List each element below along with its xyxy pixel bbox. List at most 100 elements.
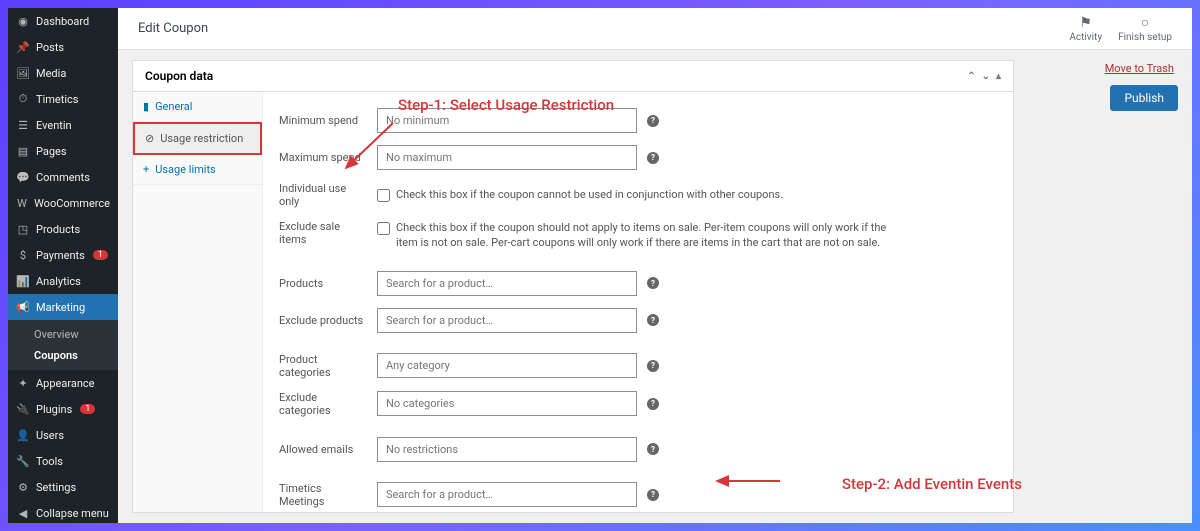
ban-icon: ⊘ (145, 132, 154, 145)
help-icon[interactable]: ? (647, 443, 659, 455)
help-icon[interactable]: ? (647, 277, 659, 289)
finish-setup-button[interactable]: ○Finish setup (1118, 14, 1172, 43)
help-icon[interactable]: ? (647, 152, 659, 164)
products-input[interactable] (377, 271, 637, 296)
publish-button[interactable]: Publish (1110, 85, 1178, 111)
list-icon: ☰ (16, 118, 30, 132)
exclude-sale-label: Exclude sale items (279, 220, 367, 246)
sidebar-label: Payments (36, 249, 85, 262)
help-icon[interactable]: ? (647, 398, 659, 410)
sidebar-label: Dashboard (36, 15, 89, 28)
badge: 1 (93, 250, 108, 260)
move-to-trash-link[interactable]: Move to Trash (1028, 60, 1178, 77)
woo-icon: W (16, 196, 28, 210)
sidebar-item-marketing[interactable]: 📢Marketing (8, 294, 118, 320)
sidebar-item-collapse[interactable]: ◀ Collapse menu (8, 500, 118, 526)
max-spend-input[interactable] (377, 145, 637, 170)
sidebar-label: Pages (36, 145, 67, 158)
page-title: Edit Coupon (138, 21, 208, 36)
plug-icon: 🔌 (16, 402, 30, 416)
plus-icon: + (143, 163, 149, 176)
sidebar-item-products[interactable]: ◳ Products (8, 216, 118, 242)
sidebar-label: Settings (36, 481, 76, 494)
panel-down-icon[interactable]: ⌄ (982, 71, 990, 82)
user-icon: 👤 (16, 428, 30, 442)
sidebar-item-timetics[interactable]: ⏱Timetics (8, 86, 118, 112)
sidebar-item-analytics[interactable]: 📊 Analytics (8, 268, 118, 294)
sidebar-label: Products (36, 223, 80, 236)
submenu-overview[interactable]: Overview (28, 324, 118, 345)
admin-sidebar: ◉ Dashboard 📌Posts 🖼Media ⏱Timetics ☰ Even… (8, 8, 118, 523)
tab-usage-restriction[interactable]: ⊘ Usage restriction (133, 122, 262, 155)
sidebar-item-appearance[interactable]: ✦ Appearance (8, 370, 118, 396)
timetics-input[interactable] (377, 482, 637, 507)
tab-label: General (155, 100, 192, 113)
product-categories-label: Product categories (279, 353, 367, 379)
checkbox-text: Check this box if the coupon cannot be u… (396, 187, 783, 202)
sidebar-item-payments[interactable]: $ Payments 1 (8, 242, 118, 268)
sidebar-item-posts[interactable]: 📌Posts (8, 34, 118, 60)
gear-icon: ⚙ (16, 480, 30, 494)
sidebar-item-plugins[interactable]: 🔌Plugins1 (8, 396, 118, 422)
help-icon[interactable]: ? (647, 360, 659, 372)
sidebar-item-woocommerce[interactable]: W WooCommerce (8, 190, 118, 216)
sidebar-item-pages[interactable]: ▤ Pages (8, 138, 118, 164)
sidebar-label: Analytics (36, 275, 81, 288)
help-icon[interactable]: ? (647, 489, 659, 501)
tab-label: Usage restriction (160, 132, 243, 145)
chart-icon: 📊 (16, 274, 30, 288)
exclude-sale-checkbox[interactable] (377, 222, 390, 235)
media-icon: 🖼 (16, 66, 30, 80)
sidebar-item-users[interactable]: 👤 Users (8, 422, 118, 448)
exclude-categories-input[interactable] (377, 391, 637, 416)
sidebar-label: Timetics (36, 93, 78, 106)
topbar: Edit Coupon ⚑Activity ○Finish setup (118, 8, 1192, 50)
flag-icon: ⚑ (1079, 15, 1092, 31)
sidebar-item-settings[interactable]: ⚙ Settings (8, 474, 118, 500)
tab-label: Usage limits (155, 163, 215, 176)
allowed-emails-input[interactable] (377, 437, 637, 462)
dollar-icon: $ (16, 248, 30, 262)
sidebar-item-dashboard[interactable]: ◉ Dashboard (8, 8, 118, 34)
panel-header: Coupon data ⌃ ⌄ ▴ (133, 61, 1013, 92)
sidebar-submenu: Overview Coupons (8, 320, 118, 370)
product-categories-input[interactable] (377, 353, 637, 378)
sidebar-label: Posts (36, 41, 64, 54)
activity-label: Activity (1069, 32, 1102, 43)
sidebar-item-comments[interactable]: 💬Comments (8, 164, 118, 190)
dashboard-icon: ◉ (16, 14, 30, 28)
max-spend-label: Maximum spend (279, 151, 367, 164)
min-spend-label: Minimum spend (279, 114, 367, 127)
panel-toggle-icon[interactable]: ▴ (996, 71, 1001, 82)
sidebar-item-eventin[interactable]: ☰ Eventin (8, 112, 118, 138)
allowed-emails-label: Allowed emails (279, 443, 367, 456)
help-icon[interactable]: ? (647, 115, 659, 127)
sidebar-label: Users (36, 429, 64, 442)
tab-general[interactable]: ▮ General (133, 92, 262, 122)
panel-up-icon[interactable]: ⌃ (967, 71, 975, 82)
timetics-label: Timetics Meetings (279, 482, 367, 508)
tab-usage-limits[interactable]: + Usage limits (133, 155, 262, 185)
ticket-icon: ▮ (143, 100, 149, 113)
min-spend-input[interactable] (377, 108, 637, 133)
sidebar-item-tools[interactable]: 🔧Tools (8, 448, 118, 474)
page-icon: ▤ (16, 144, 30, 158)
circle-icon: ○ (1141, 14, 1149, 31)
sidebar-label: Appearance (36, 377, 95, 390)
submenu-coupons[interactable]: Coupons (28, 345, 118, 366)
sidebar-label: Plugins (36, 403, 72, 416)
coupon-data-panel: Coupon data ⌃ ⌄ ▴ ▮ General ⊘ Usage restri… (132, 60, 1014, 513)
activity-button[interactable]: ⚑Activity (1069, 15, 1102, 43)
collapse-icon: ◀ (16, 506, 30, 520)
sidebar-label: Eventin (36, 119, 72, 132)
sidebar-label: Collapse menu (36, 507, 109, 520)
box-icon: ◳ (16, 222, 30, 236)
sidebar-label: Tools (36, 455, 63, 468)
brush-icon: ✦ (16, 376, 30, 390)
exclude-products-input[interactable] (377, 308, 637, 333)
individual-use-checkbox[interactable] (377, 189, 390, 202)
sidebar-label: WooCommerce (34, 197, 110, 210)
help-icon[interactable]: ? (647, 314, 659, 326)
sidebar-item-media[interactable]: 🖼Media (8, 60, 118, 86)
individual-use-label: Individual use only (279, 182, 367, 208)
